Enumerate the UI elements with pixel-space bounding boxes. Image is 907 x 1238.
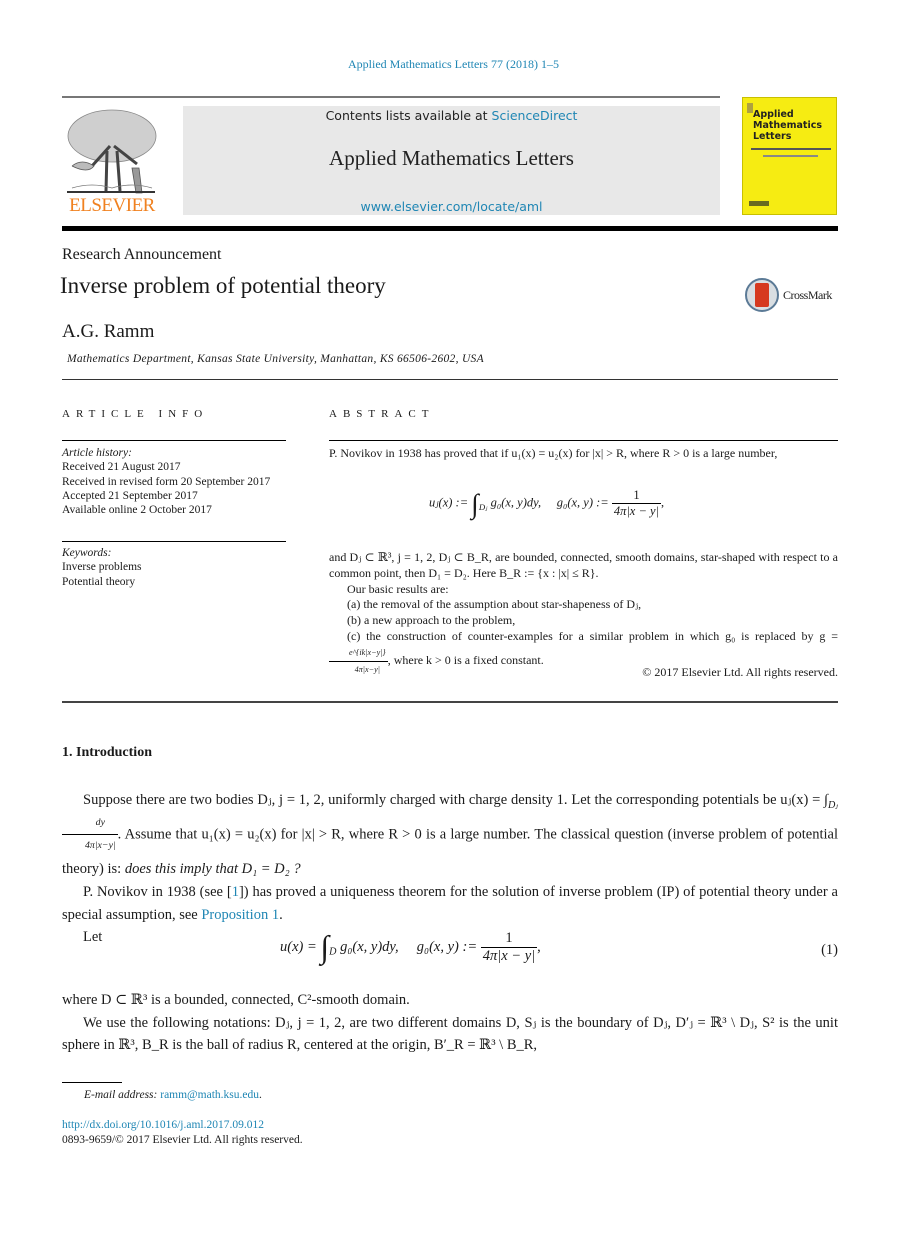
eq1-numerator: 1 xyxy=(480,930,538,948)
p1-question: does this imply that D₁ = D₂ ? xyxy=(124,861,301,878)
abstract-bottom-rule xyxy=(62,701,838,703)
result-c-text: (c) the construction of counter-examples… xyxy=(347,628,838,643)
p1-text-a: Suppose there are two bodies Dⱼ, j = 1, … xyxy=(83,792,828,808)
issn-copyright: 0893-9659/© 2017 Elsevier Ltd. All right… xyxy=(62,1134,303,1146)
reference-link-1[interactable]: 1 xyxy=(232,884,239,900)
p1-fraction: dy 4π|x−y| xyxy=(62,812,118,858)
journal-title: Applied Mathematics Letters xyxy=(329,146,574,170)
history-revised: Received in revised form 20 September 20… xyxy=(62,475,271,488)
article-history-label: Article history: xyxy=(62,447,132,459)
article-info-heading: ARTICLE INFO xyxy=(62,408,209,420)
running-head-citation[interactable]: Applied Mathematics Letters 77 (2018) 1–… xyxy=(0,57,907,72)
abstract-paragraph-2: and Dⱼ ⊂ ℝ³, j = 1, 2, Dⱼ ⊂ B_R, are bou… xyxy=(329,550,838,677)
eq1-fraction: 1 4π|x − y| xyxy=(480,930,538,965)
history-accepted: Accepted 21 September 2017 xyxy=(62,489,198,502)
eq-numerator: 1 xyxy=(611,488,662,504)
keyword-item: Inverse problems xyxy=(62,561,142,574)
eq-integrand: g₀(x, y)dy, xyxy=(490,495,542,510)
journal-homepage-link[interactable]: www.elsevier.com/locate/aml xyxy=(183,199,720,214)
history-online: Available online 2 October 2017 xyxy=(62,504,212,517)
p1-numerator: dy xyxy=(62,812,118,836)
contents-prefix: Contents lists available at xyxy=(325,108,492,123)
masthead-bottom-rule xyxy=(62,226,838,231)
cover-title-line: Letters xyxy=(753,131,792,142)
crossmark-icon xyxy=(745,278,779,312)
p2-text-c: . xyxy=(279,906,283,923)
abstract-result-b: (b) a new approach to the problem, xyxy=(347,613,516,628)
intro-paragraph-2: P. Novikov in 1938 (see [1]) has proved … xyxy=(62,881,838,926)
abstract-equation: uⱼ(x) := ∫Dⱼ g₀(x, y)dy, g₀(x, y) := 1 4… xyxy=(429,487,665,519)
p2-text-a: P. Novikov in 1938 (see [ xyxy=(83,883,232,900)
introduction-body: Suppose there are two bodies Dⱼ, j = 1, … xyxy=(62,789,838,949)
cover-divider xyxy=(751,148,831,150)
abstract-results-intro: Our basic results are: xyxy=(347,581,449,596)
cover-footer-mark xyxy=(749,201,769,206)
abstract-result-a: (a) the removal of the assumption about … xyxy=(347,597,642,612)
crossmark-button[interactable]: CrossMark xyxy=(745,278,840,314)
eq1-integrand: g₀(x, y)dy, xyxy=(340,938,399,955)
sciencedirect-link[interactable]: ScienceDirect xyxy=(492,108,578,123)
article-type: Research Announcement xyxy=(62,246,222,263)
abstract-divider xyxy=(329,440,838,441)
integral-sign: ∫ xyxy=(471,487,479,519)
intro-paragraph-4: where D ⊂ ℝ³ is a bounded, connected, C²… xyxy=(62,992,410,1008)
p1-denominator: 4π|x−y| xyxy=(85,840,116,852)
eq1-lhs: u(x) = xyxy=(280,938,317,955)
abstract-paragraph-1: P. Novikov in 1938 has proved that if u₁… xyxy=(329,446,778,460)
cover-title-line: Applied xyxy=(753,109,794,120)
cover-subtitle-bar xyxy=(763,155,818,157)
journal-masthead: Contents lists available at ScienceDirec… xyxy=(183,106,720,215)
contents-available-line: Contents lists available at ScienceDirec… xyxy=(183,108,720,123)
email-label: E-mail address: xyxy=(84,1089,161,1101)
eq-lhs: uⱼ(x) := xyxy=(429,495,469,510)
equation-number: (1) xyxy=(821,942,838,958)
journal-cover-thumbnail[interactable]: Applied Mathematics Letters xyxy=(742,97,837,215)
history-received: Received 21 August 2017 xyxy=(62,461,181,474)
introduction-body-continued: where D ⊂ ℝ³ is a bounded, connected, C²… xyxy=(62,989,838,1057)
section-heading-introduction: 1. Introduction xyxy=(62,745,152,760)
crossmark-bookmark-icon xyxy=(755,283,769,307)
equation-1: u(x) = ∫D g₀(x, y)dy, g₀(x, y) := 1 4π|x… xyxy=(62,930,838,976)
eq-denominator: 4π|x − y| xyxy=(613,504,660,518)
eq1-g0: g₀(x, y) := xyxy=(416,938,478,955)
author-email-link[interactable]: ramm@math.ksu.edu xyxy=(160,1089,259,1101)
eq-fraction: 1 4π|x − y| xyxy=(611,488,662,519)
p1-int-subscript: Dⱼ xyxy=(828,799,838,811)
doi-link[interactable]: http://dx.doi.org/10.1016/j.aml.2017.09.… xyxy=(62,1119,264,1131)
eq1-denominator: 4π|x − y| xyxy=(482,948,536,964)
intro-paragraph-5: We use the following notations: Dⱼ, j = … xyxy=(62,1014,838,1054)
article-history: Article history: Received 21 August 2017… xyxy=(62,446,286,517)
eq1-tail: , xyxy=(537,938,541,955)
email-tail: . xyxy=(258,1089,262,1101)
integral-sign: ∫ xyxy=(320,929,330,965)
keywords: Keywords: Inverse problems Potential the… xyxy=(62,546,286,589)
cover-title-line: Mathematics xyxy=(753,120,823,131)
keywords-label: Keywords: xyxy=(62,547,112,559)
footnote-rule xyxy=(62,1082,122,1083)
crossmark-label: CrossMark xyxy=(783,288,832,302)
masthead-top-rule xyxy=(62,96,720,98)
article-info-divider xyxy=(62,440,286,441)
abstract-conditions: and Dⱼ ⊂ ℝ³, j = 1, 2, Dⱼ ⊂ B_R, are bou… xyxy=(329,550,838,580)
cover-title: Applied Mathematics Letters xyxy=(753,109,822,142)
eq-g0: g₀(x, y) := xyxy=(556,495,609,510)
abstract-heading: ABSTRACT xyxy=(329,408,435,420)
elsevier-wordmark: ELSEVIER xyxy=(69,195,155,216)
email-footnote: E-mail address: ramm@math.ksu.edu. xyxy=(84,1089,262,1101)
eq1-int-subscript: D xyxy=(329,946,337,958)
keywords-divider xyxy=(62,541,286,542)
result-c-numerator: e^{ik|x−y|} xyxy=(329,645,388,662)
header-divider xyxy=(62,379,838,380)
keyword-item: Potential theory xyxy=(62,575,136,588)
eq-int-subscript: Dⱼ xyxy=(478,501,488,512)
article-title: Inverse problem of potential theory xyxy=(60,273,386,298)
author-affiliation: Mathematics Department, Kansas State Uni… xyxy=(67,353,484,365)
abstract-copyright: © 2017 Elsevier Ltd. All rights reserved… xyxy=(642,665,838,679)
author-name: A.G. Ramm xyxy=(62,321,155,342)
intro-paragraph-1: Suppose there are two bodies Dⱼ, j = 1, … xyxy=(62,789,838,881)
proposition-1-link[interactable]: Proposition 1 xyxy=(201,907,279,923)
